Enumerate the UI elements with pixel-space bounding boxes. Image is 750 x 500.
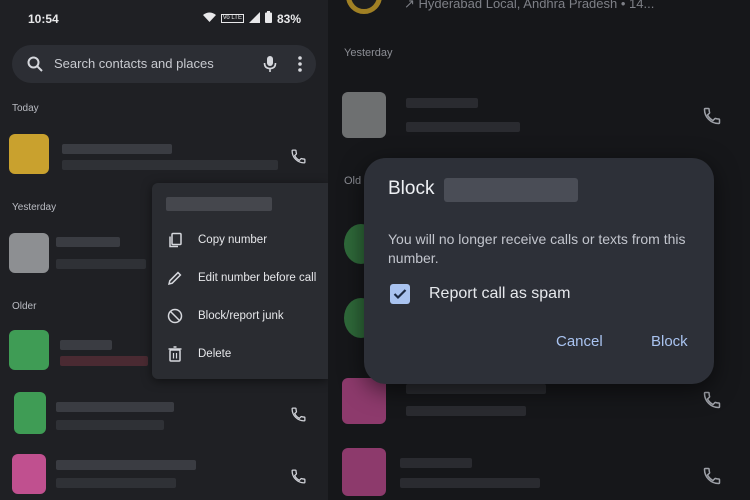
section-older: Old — [344, 175, 362, 187]
edit-icon — [152, 270, 198, 286]
phone-icon[interactable] — [290, 406, 307, 428]
avatar — [342, 448, 386, 496]
report-spam-checkbox[interactable] — [390, 284, 410, 304]
avatar — [342, 92, 386, 138]
menu-item-label: Copy number — [198, 234, 268, 246]
avatar — [346, 0, 382, 14]
dialog-message: You will no longer receive calls or text… — [388, 231, 686, 266]
section-today: Today — [12, 103, 39, 114]
status-bar: 10:54 Vo LTE 83% — [0, 0, 328, 38]
section-yesterday: Yesterday — [12, 202, 57, 213]
status-time: 10:54 — [28, 12, 59, 26]
phone-icon[interactable] — [702, 466, 722, 491]
section-yesterday: Yesterday — [344, 47, 393, 59]
context-menu-number-blurred — [166, 197, 272, 211]
menu-item-label: Delete — [198, 348, 232, 360]
block-icon — [152, 308, 198, 324]
call-row[interactable] — [328, 92, 750, 140]
dialog-number-blurred — [444, 178, 578, 202]
call-details-blurred — [400, 478, 540, 488]
search-input[interactable]: Search contacts and places — [54, 56, 214, 71]
call-details-blurred — [406, 122, 520, 132]
call-row[interactable] — [0, 454, 328, 500]
delete-icon — [152, 346, 198, 362]
phone-icon[interactable] — [702, 106, 722, 131]
battery-percent: 83% — [276, 11, 301, 26]
phone-icon[interactable] — [290, 468, 307, 490]
signal-icon — [248, 11, 260, 26]
menu-item-delete[interactable]: Delete — [152, 337, 328, 371]
contact-name-blurred — [56, 237, 120, 247]
block-number-dialog: Block You will no longer receive calls o… — [364, 158, 714, 384]
phone-icon[interactable] — [290, 148, 307, 170]
more-vert-icon[interactable] — [298, 55, 302, 78]
menu-item-edit-number[interactable]: Edit number before call — [152, 261, 328, 295]
dialog-title: Block — [388, 178, 435, 199]
checkmark-icon — [393, 289, 407, 300]
call-details-blurred — [62, 160, 278, 170]
call-details-blurred — [56, 420, 164, 430]
avatar — [9, 330, 49, 370]
wifi-icon — [202, 12, 216, 26]
call-details-blurred — [56, 478, 176, 488]
copy-icon — [152, 232, 198, 248]
call-details-blurred — [406, 406, 526, 416]
contact-name-blurred — [406, 98, 478, 108]
contact-name-blurred — [60, 340, 112, 350]
report-spam-label[interactable]: Report call as spam — [429, 285, 570, 303]
phone-icon[interactable] — [702, 390, 722, 415]
search-icon[interactable] — [26, 55, 44, 78]
call-row[interactable] — [0, 392, 328, 440]
avatar — [342, 378, 386, 424]
call-log-pane-left: 10:54 Vo LTE 83% Search contacts and pla… — [0, 0, 328, 500]
section-older: Older — [12, 301, 37, 312]
avatar — [12, 454, 46, 494]
contact-name-blurred — [406, 384, 546, 394]
menu-item-label: Block/report junk — [198, 310, 284, 322]
menu-item-copy-number[interactable]: Copy number — [152, 223, 328, 257]
search-bar[interactable]: Search contacts and places — [12, 45, 316, 83]
battery-icon — [264, 11, 272, 26]
call-details-blurred — [56, 259, 146, 269]
avatar — [14, 392, 46, 434]
status-icons: Vo LTE 83% — [202, 11, 301, 26]
call-context-menu: Copy number Edit number before call Bloc… — [152, 183, 328, 379]
contact-name-blurred — [56, 460, 196, 470]
call-row[interactable] — [0, 134, 328, 182]
call-details-blurred — [60, 356, 148, 366]
menu-item-label: Edit number before call — [198, 272, 317, 284]
block-button[interactable]: Block — [651, 333, 688, 350]
cancel-button[interactable]: Cancel — [556, 333, 603, 350]
avatar — [9, 134, 49, 174]
avatar — [9, 233, 49, 273]
contact-name-blurred — [56, 402, 174, 412]
volte-icon: Vo LTE — [220, 14, 244, 23]
menu-item-block-report[interactable]: Block/report junk — [152, 299, 328, 333]
call-location-text: ↗ Hyderabad Local, Andhra Pradesh • 14..… — [404, 0, 655, 11]
mic-icon[interactable] — [262, 55, 278, 78]
call-row[interactable] — [328, 448, 750, 496]
contact-name-blurred — [400, 458, 472, 468]
contact-name-blurred — [62, 144, 172, 154]
call-row[interactable] — [328, 378, 750, 426]
